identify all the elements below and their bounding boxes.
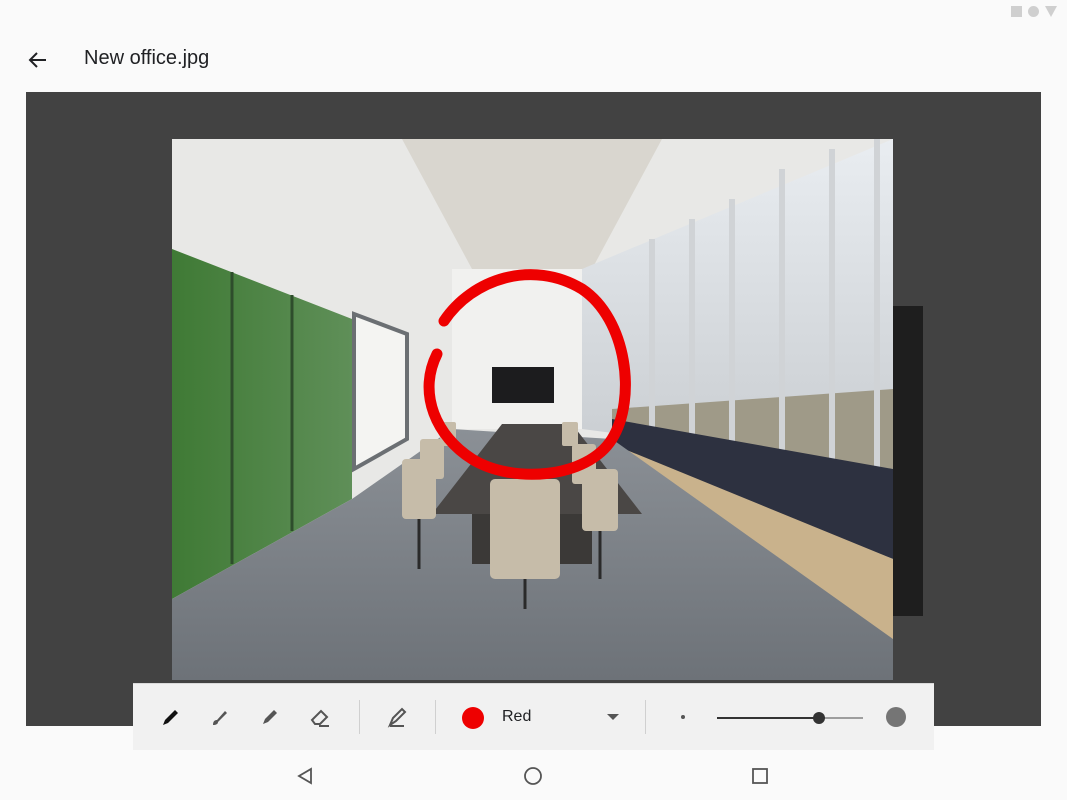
large-size-icon [886, 707, 906, 727]
brush-icon [213, 711, 227, 725]
signal-icon [1011, 6, 1022, 17]
nav-home-button[interactable] [519, 762, 547, 790]
slider-track [819, 717, 863, 719]
slider-track-filled [717, 717, 819, 719]
marker-icon [263, 710, 277, 724]
square-recents-icon [752, 768, 768, 784]
toolbar-divider [435, 700, 436, 734]
adjacent-image-edge [893, 306, 923, 616]
color-dropdown-arrow-icon[interactable] [607, 714, 619, 720]
highlighter-tool-button[interactable] [381, 701, 413, 733]
triangle-back-icon [297, 767, 312, 785]
marker-tool-button[interactable] [254, 701, 286, 733]
pen-tool-button[interactable] [155, 701, 187, 733]
status-bar [1011, 6, 1057, 17]
back-button[interactable] [22, 44, 54, 76]
drawing-toolbar: Red [133, 683, 934, 750]
pen-icon [163, 710, 178, 725]
battery-icon [1045, 6, 1057, 17]
toolbar-divider [359, 700, 360, 734]
color-label[interactable]: Red [502, 708, 531, 726]
circle-home-icon [524, 767, 542, 785]
brush-tool-button[interactable] [204, 701, 236, 733]
slider-thumb[interactable] [813, 712, 825, 724]
highlighter-icon [387, 707, 407, 728]
page-title: New office.jpg [84, 47, 210, 69]
arrow-back-icon [28, 52, 46, 68]
office-image [172, 139, 893, 680]
nav-back-button[interactable] [291, 762, 319, 790]
small-size-icon [681, 715, 685, 719]
eraser-icon [310, 709, 329, 727]
toolbar-divider [645, 700, 646, 734]
app-bar: New office.jpg [0, 32, 1067, 88]
color-swatch[interactable] [462, 707, 484, 729]
stroke-size-slider[interactable] [717, 706, 863, 730]
office-photo[interactable] [172, 139, 893, 680]
system-nav-bar [0, 750, 1067, 800]
wifi-icon [1028, 6, 1039, 17]
nav-recents-button[interactable] [746, 762, 774, 790]
eraser-tool-button[interactable] [304, 701, 336, 733]
